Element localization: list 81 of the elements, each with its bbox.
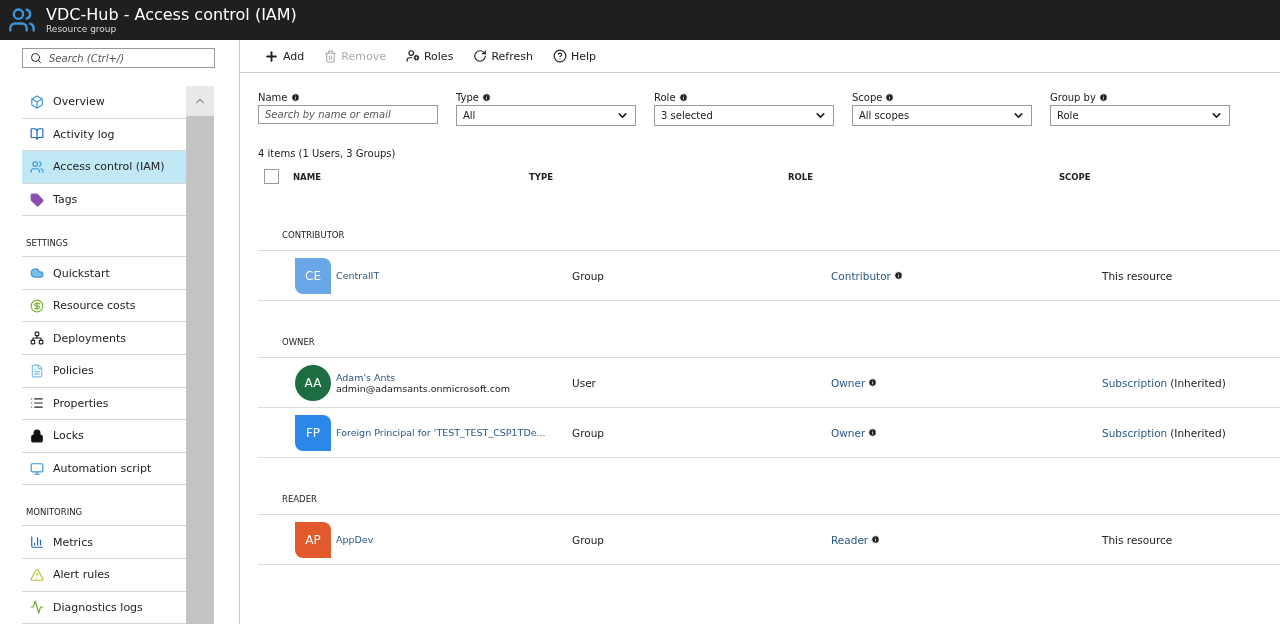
name-link[interactable]: CentralIT (336, 270, 572, 281)
document-icon (30, 363, 44, 378)
people-icon (8, 6, 36, 34)
group-heading: READER (258, 458, 1280, 515)
menu-item[interactable]: Access control (IAM) (22, 151, 186, 184)
toolbar-button[interactable]: Add (262, 46, 307, 66)
search-field[interactable]: Search (Ctrl+/) (22, 48, 215, 68)
filter-label: Scope (852, 92, 883, 103)
info-icon (885, 93, 895, 102)
toolbar-button[interactable]: Roles (403, 47, 456, 65)
scope-text: This resource (1102, 269, 1173, 282)
email-text: admin@adamsants.onmicrosoft.com (336, 382, 512, 394)
type-text: User (572, 376, 596, 389)
avatar: AP (295, 521, 331, 558)
list-icon (30, 396, 44, 411)
lock-icon (30, 429, 44, 443)
name-link[interactable]: Foreign Principal for 'TEST_TEST_CSP1TDe... (336, 427, 572, 438)
window-subtitle: Resource group (46, 24, 118, 34)
coin-icon (30, 298, 44, 313)
group-heading: CONTRIBUTOR (258, 194, 1280, 251)
plus-icon (264, 48, 279, 64)
search-icon (30, 52, 42, 64)
trash-icon (324, 49, 338, 63)
monitor-icon (30, 461, 44, 476)
people-icon (30, 159, 44, 174)
toolbar-button[interactable]: Help (550, 47, 598, 65)
scrollbar[interactable] (186, 86, 214, 624)
info-icon (868, 378, 878, 387)
user-gear-icon (405, 49, 420, 63)
name-link[interactable]: AppDev (336, 534, 572, 545)
scope-text: (Inherited) (1170, 376, 1226, 389)
help-icon (552, 49, 567, 63)
filter-label: Group by (1050, 92, 1096, 103)
role-link[interactable]: Reader (831, 533, 869, 546)
pulse-icon (30, 600, 44, 615)
bar-chart-icon (30, 535, 44, 550)
avatar: FP (295, 414, 331, 451)
avatar: AA (295, 364, 331, 401)
filter-dropdown[interactable]: All (456, 105, 636, 126)
column-header: ROLE (788, 171, 813, 182)
scope-text: (Inherited) (1170, 426, 1226, 439)
info-icon (1098, 93, 1108, 102)
tag-icon (30, 192, 44, 207)
info-icon (481, 93, 491, 102)
column-header: SCOPE (1059, 171, 1091, 182)
filter-dropdown[interactable]: All scopes (852, 105, 1032, 126)
avatar: CE (295, 257, 331, 294)
column-header: TYPE (529, 171, 553, 182)
info-icon (678, 93, 688, 102)
column-header: NAME (293, 171, 321, 182)
role-link[interactable]: Owner (831, 426, 866, 439)
scope-link[interactable]: Subscription (1102, 426, 1168, 439)
book-icon (30, 127, 44, 142)
filter-label: Name (258, 92, 288, 103)
type-text: Group (572, 426, 604, 439)
item-count: 4 items (1 Users, 3 Groups) (257, 147, 397, 159)
toolbar-button[interactable]: Refresh (471, 47, 535, 65)
name-link[interactable]: Adam's Ants (336, 371, 572, 383)
scope-link[interactable]: Subscription (1102, 376, 1168, 389)
name-search-field[interactable]: Search by name or email (258, 105, 438, 124)
filter-dropdown[interactable]: Role (1050, 105, 1230, 126)
window-title: VDC-Hub - Access control (IAM) (46, 6, 297, 24)
info-icon (893, 271, 903, 280)
info-icon (868, 428, 878, 437)
cloud-icon (30, 266, 44, 281)
network-icon (30, 331, 44, 346)
role-link[interactable]: Contributor (831, 269, 891, 282)
info-icon (871, 535, 881, 544)
role-link[interactable]: Owner (831, 376, 866, 389)
cube-icon (30, 94, 44, 109)
filter-label: Role (654, 92, 676, 103)
refresh-icon (473, 49, 488, 63)
type-text: Group (572, 269, 604, 282)
filter-dropdown[interactable]: 3 selected (654, 105, 834, 126)
filter-label: Type (456, 92, 479, 103)
info-icon (290, 93, 300, 102)
type-text: Group (572, 533, 604, 546)
group-heading: OWNER (258, 301, 1280, 358)
scope-text: This resource (1102, 533, 1173, 546)
alert-icon (30, 567, 44, 582)
select-all-checkbox[interactable] (264, 169, 279, 184)
